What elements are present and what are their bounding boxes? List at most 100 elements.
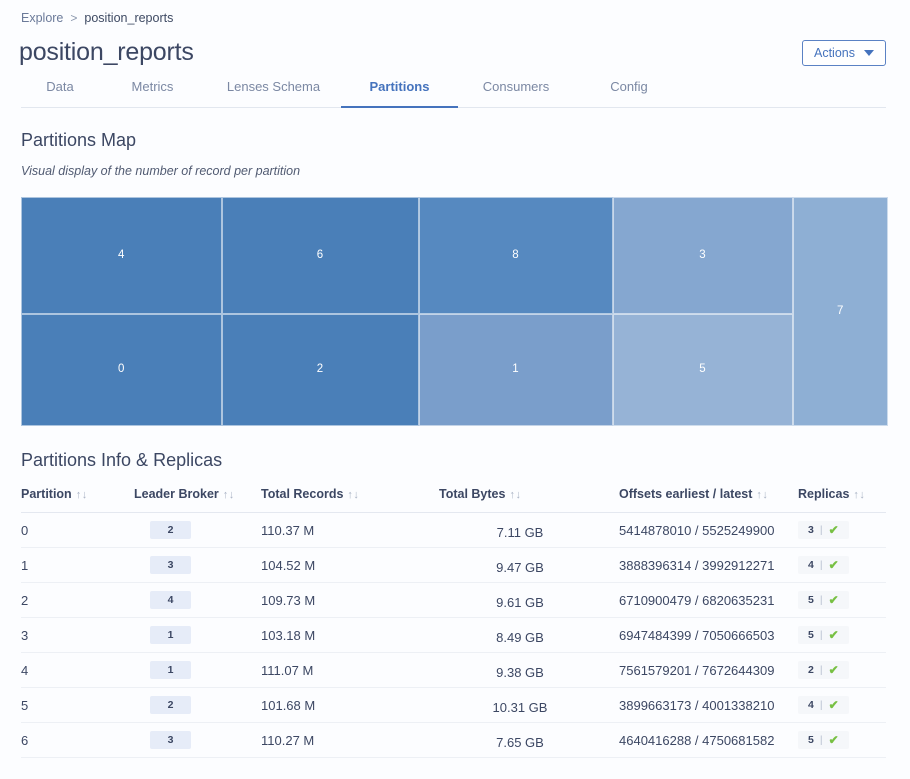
- replicas-divider: |: [820, 594, 823, 606]
- table-body: 02110.37 M7.11 GB5414878010 / 5525249900…: [21, 513, 886, 758]
- replicas-badge: 5|✔: [798, 626, 849, 644]
- tab-data[interactable]: Data: [21, 79, 99, 108]
- cell-total-records: 104.52 M: [261, 548, 439, 583]
- table-row[interactable]: 24109.73 M9.61 GB6710900479 / 6820635231…: [21, 583, 886, 618]
- tab-consumers[interactable]: Consumers: [458, 79, 574, 108]
- cell-partition: 6: [21, 723, 134, 758]
- broker-badge: 4: [150, 591, 191, 609]
- cell-partition: 1: [21, 548, 134, 583]
- column-header-leader-broker[interactable]: Leader Broker ↑↓: [134, 471, 261, 513]
- broker-badge: 1: [150, 661, 191, 679]
- column-header-label: Total Bytes: [439, 487, 505, 501]
- tab-partitions[interactable]: Partitions: [341, 79, 458, 108]
- replicas-divider: |: [820, 664, 823, 676]
- cell-partition: 3: [21, 618, 134, 653]
- cell-replicas: 4 | ✔: [798, 688, 886, 723]
- treemap-tile-label: 5: [699, 364, 705, 376]
- treemap-tile-label: 2: [317, 364, 323, 376]
- broker-badge: 3: [150, 556, 191, 574]
- treemap-tile-0[interactable]: 0: [21, 314, 222, 426]
- cell-total-records: 110.37 M: [261, 513, 439, 548]
- sort-arrows-icon[interactable]: ↑↓: [853, 489, 865, 501]
- treemap-tile-8[interactable]: 8: [419, 197, 613, 314]
- column-header-replicas[interactable]: Replicas↑↓: [798, 471, 886, 513]
- breadcrumb-root-link[interactable]: Explore: [21, 11, 63, 25]
- table-row[interactable]: 02110.37 M7.11 GB5414878010 / 5525249900…: [21, 513, 886, 548]
- page-title: position_reports: [19, 37, 194, 67]
- table-row[interactable]: 52101.68 M10.31 GB3899663173 / 400133821…: [21, 688, 886, 723]
- check-icon: ✔: [829, 559, 839, 571]
- treemap-tile-label: 3: [699, 250, 705, 262]
- column-header-total-bytes[interactable]: Total Bytes ↑↓: [439, 471, 619, 513]
- column-header-label: Partition: [21, 487, 72, 501]
- partitions-table: Partition ↑↓ Leader Broker ↑↓ Total Records ↑…: [21, 471, 886, 758]
- broker-badge: 3: [150, 731, 191, 749]
- replicas-count: 5: [808, 734, 814, 746]
- table-row[interactable]: 63110.27 M7.65 GB4640416288 / 4750681582…: [21, 723, 886, 758]
- replicas-count: 4: [808, 699, 814, 711]
- cell-leader-broker: 2: [134, 513, 261, 548]
- tab-config[interactable]: Config: [574, 79, 684, 108]
- treemap-tile-4[interactable]: 4: [21, 197, 222, 314]
- column-header-partition[interactable]: Partition ↑↓: [21, 471, 134, 513]
- cell-total-records: 110.27 M: [261, 723, 439, 758]
- sort-arrows-icon[interactable]: ↑↓: [756, 489, 768, 501]
- broker-badge: 2: [150, 521, 191, 539]
- treemap-tile-5[interactable]: 5: [613, 314, 793, 426]
- column-header-offsets-earliest-latest[interactable]: Offsets earliest / latest ↑↓: [619, 471, 798, 513]
- page-header: position_reports Actions: [0, 28, 910, 67]
- column-header-label: Offsets earliest / latest: [619, 487, 752, 501]
- partitions-table-title: Partitions Info & Replicas: [21, 450, 886, 471]
- treemap-tile-7[interactable]: 7: [793, 197, 889, 426]
- replicas-divider: |: [820, 524, 823, 536]
- treemap-tile-6[interactable]: 6: [222, 197, 419, 314]
- replicas-badge: 4 | ✔: [798, 556, 849, 574]
- treemap-tile-label: 8: [512, 250, 518, 262]
- replicas-badge: 5|✔: [798, 731, 849, 749]
- tab-metrics[interactable]: Metrics: [99, 79, 206, 108]
- cell-offsets: 6947484399 / 7050666503: [619, 618, 798, 653]
- replicas-count: 4: [808, 559, 814, 571]
- sort-arrows-icon[interactable]: ↑↓: [223, 489, 235, 501]
- treemap-tile-1[interactable]: 1: [419, 314, 613, 426]
- check-icon: ✔: [829, 734, 839, 746]
- partitions-map-title: Partitions Map: [0, 108, 910, 151]
- broker-badge: 1: [150, 626, 191, 644]
- replicas-divider: |: [820, 699, 823, 711]
- tab-lenses-schema[interactable]: Lenses Schema: [206, 79, 341, 108]
- cell-offsets: 7561579201 / 7672644309: [619, 653, 798, 688]
- table-row[interactable]: 31103.18 M8.49 GB6947484399 / 7050666503…: [21, 618, 886, 653]
- table-row[interactable]: 41111.07 M9.38 GB7561579201 / 7672644309…: [21, 653, 886, 688]
- cell-partition: 5: [21, 688, 134, 723]
- column-header-total-records[interactable]: Total Records ↑↓: [261, 471, 439, 513]
- cell-partition: 4: [21, 653, 134, 688]
- column-header-label: Total Records: [261, 487, 343, 501]
- actions-button[interactable]: Actions: [802, 40, 886, 66]
- tab-label: Partitions: [370, 79, 430, 94]
- actions-button-label: Actions: [814, 46, 855, 60]
- cell-offsets: 3888396314 / 3992912271: [619, 548, 798, 583]
- treemap-tile-label: 0: [118, 364, 124, 376]
- cell-leader-broker: 3: [134, 723, 261, 758]
- tab-label: Consumers: [483, 79, 549, 94]
- cell-replicas: 4 | ✔: [798, 548, 886, 583]
- sort-arrows-icon[interactable]: ↑↓: [76, 489, 88, 501]
- cell-leader-broker: 2: [134, 688, 261, 723]
- chevron-down-icon: [864, 50, 874, 56]
- table-header: Partition ↑↓ Leader Broker ↑↓ Total Records ↑…: [21, 471, 886, 513]
- check-icon: ✔: [829, 629, 839, 641]
- treemap-tile-label: 7: [837, 306, 843, 318]
- sort-arrows-icon[interactable]: ↑↓: [509, 489, 521, 501]
- check-icon: ✔: [829, 524, 839, 536]
- column-header-label: Leader Broker: [134, 487, 219, 501]
- treemap-tile-2[interactable]: 2: [222, 314, 419, 426]
- replicas-badge: 5|✔: [798, 591, 849, 609]
- cell-replicas: 5|✔: [798, 583, 886, 618]
- replicas-divider: |: [820, 559, 823, 571]
- check-icon: ✔: [829, 699, 839, 711]
- cell-partition: 0: [21, 513, 134, 548]
- treemap-tile-3[interactable]: 3: [613, 197, 793, 314]
- table-row[interactable]: 13 104.52 M9.47 GB3888396314 / 3992912271…: [21, 548, 886, 583]
- sort-arrows-icon[interactable]: ↑↓: [347, 489, 359, 501]
- cell-total-bytes: 9.47 GB: [439, 550, 619, 585]
